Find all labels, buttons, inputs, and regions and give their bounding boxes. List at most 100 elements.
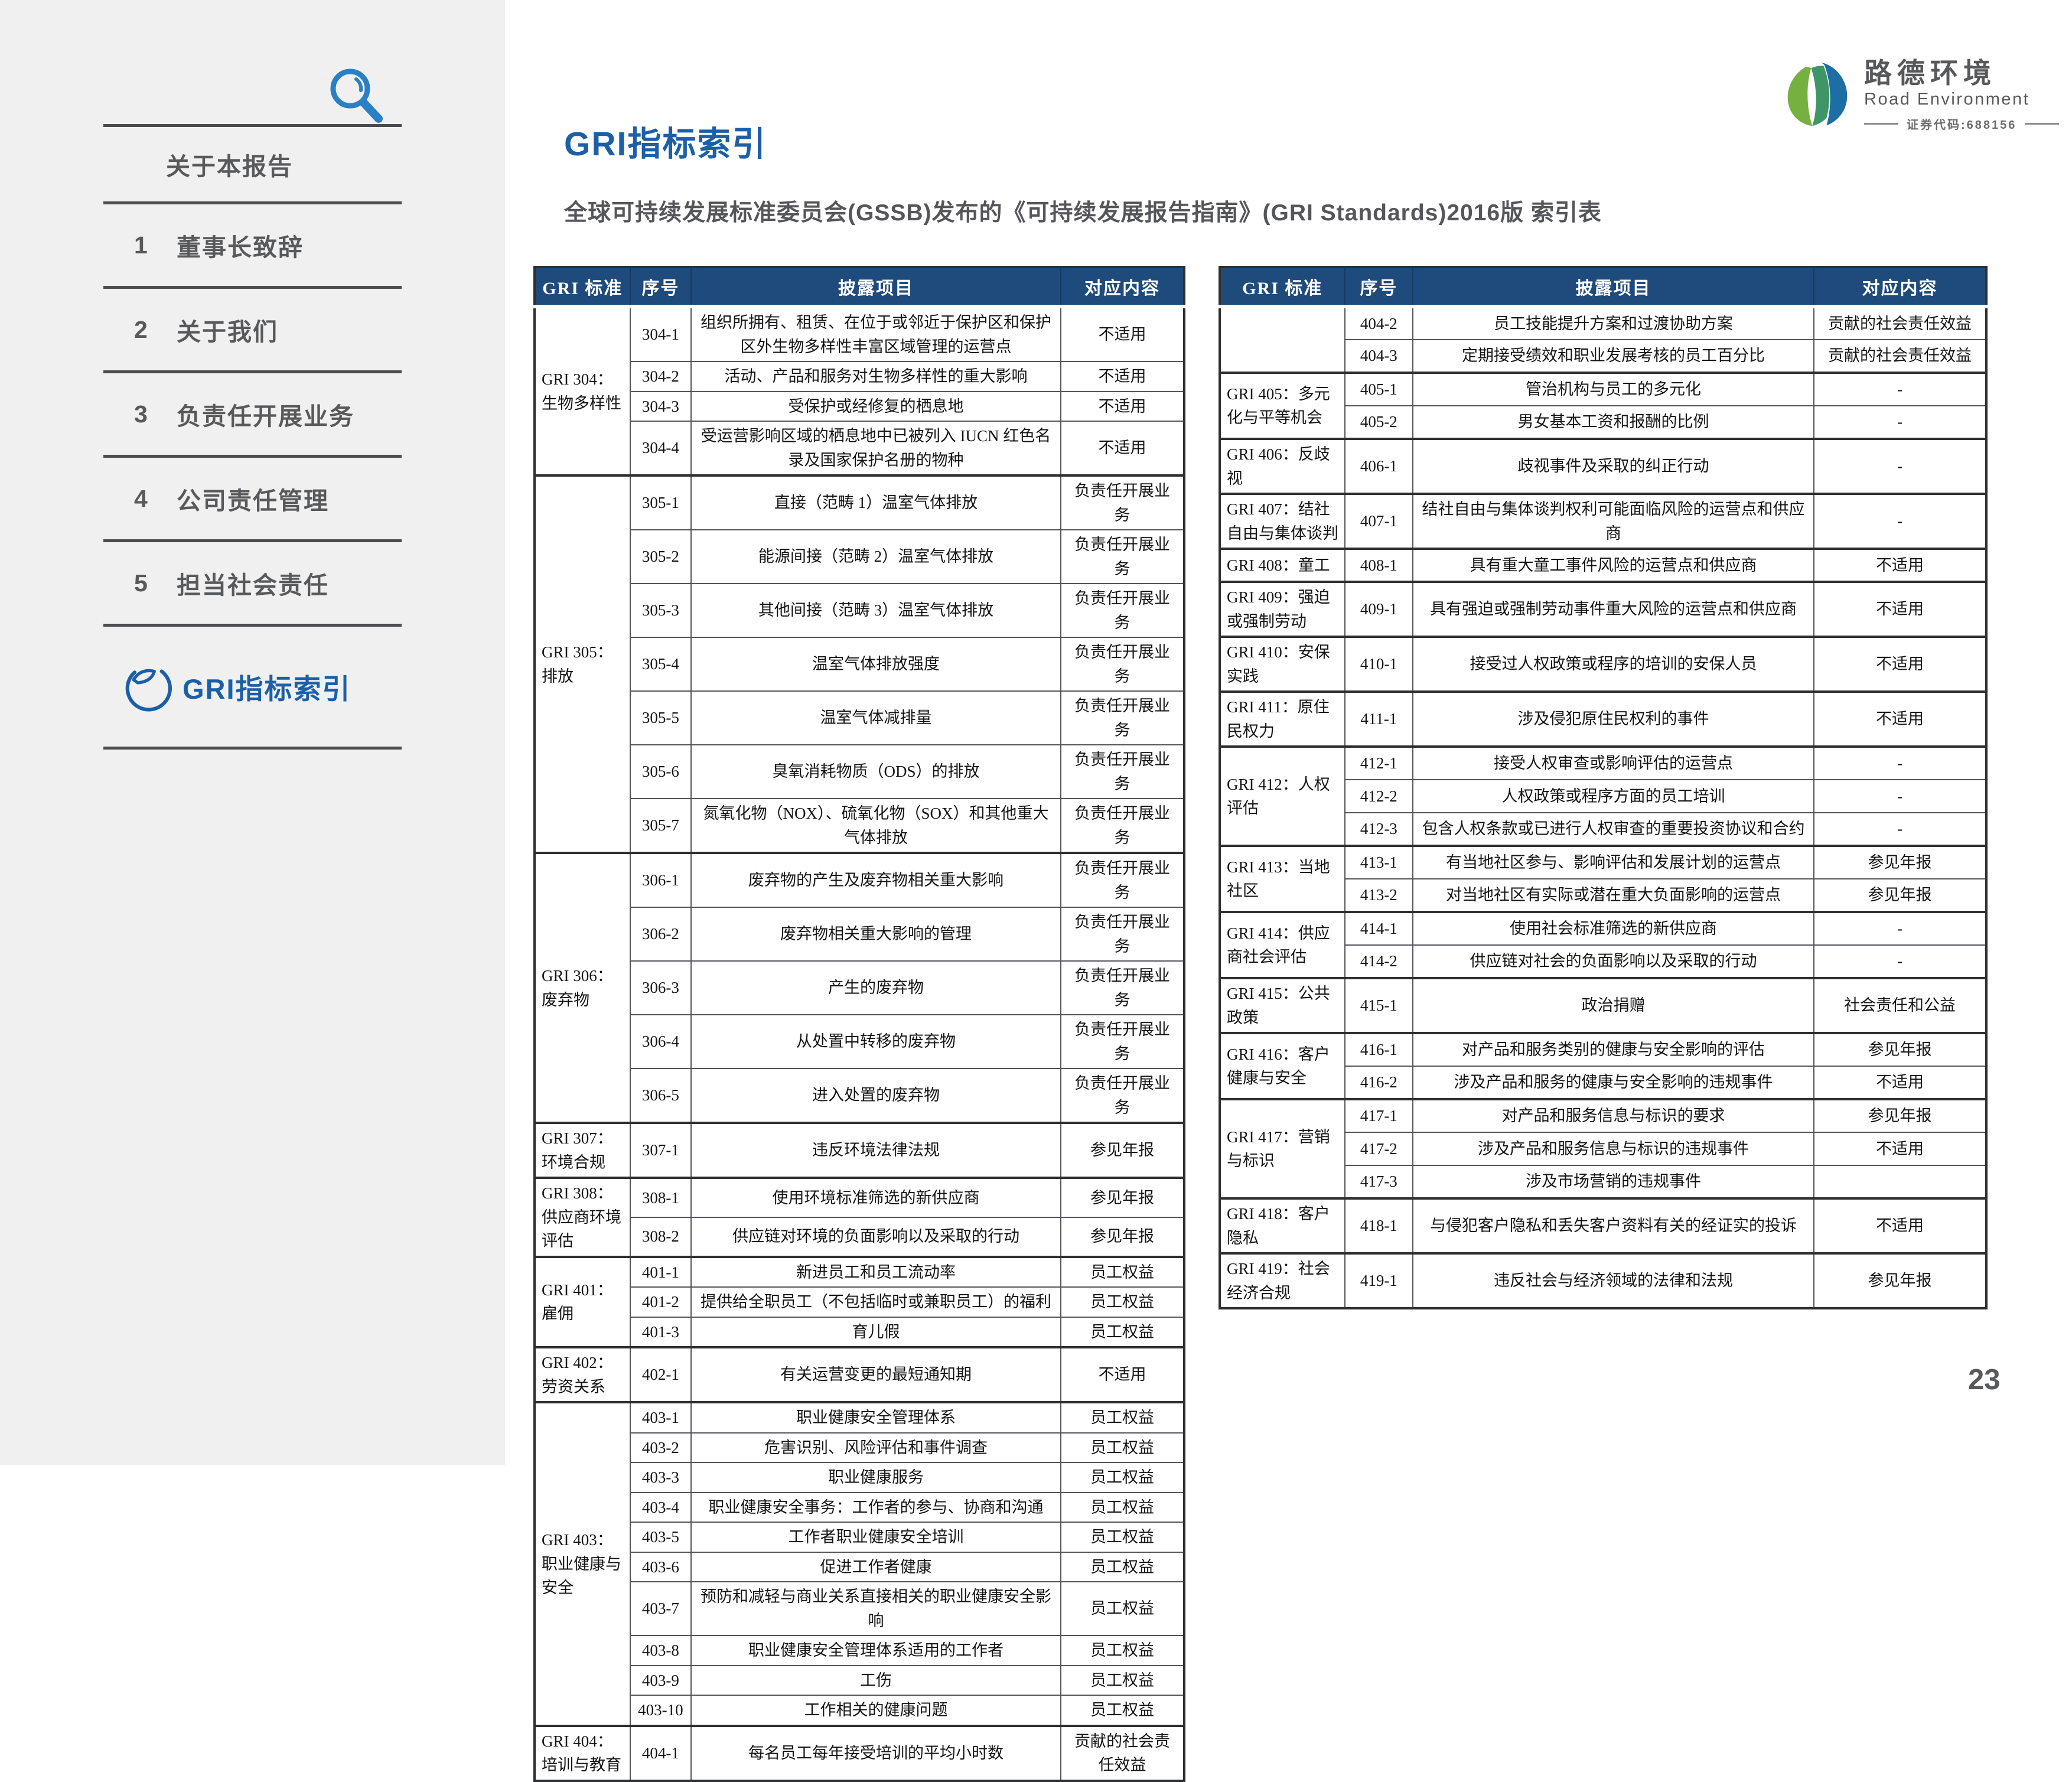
gri-standard-cell: GRI 419：社会经济合规 — [1220, 1253, 1345, 1308]
logo-name-cn: 路德环境 — [1864, 58, 2059, 89]
content-cell: 负责任开展业务 — [1061, 745, 1184, 799]
table-row: GRI 407：结社自由与集体谈判407-1结社自由与集体谈判权利可能面临风险的… — [1220, 494, 1986, 549]
sidebar-item-3[interactable]: 2关于我们 — [103, 289, 402, 373]
disclosure-cell: 使用社会标准筛选的新供应商 — [1413, 912, 1814, 945]
clause-id-cell: 408-1 — [1345, 549, 1413, 582]
gri-standard-cell: GRI 411：原住民权力 — [1220, 692, 1345, 747]
sidebar-item-label: 担当社会责任 — [177, 565, 329, 601]
table-row: GRI 404：培训与教育404-1每名员工每年接受培训的平均小时数贡献的社会责… — [535, 1726, 1184, 1781]
table-row: GRI 402：劳资关系402-1有关运营变更的最短通知期不适用 — [535, 1347, 1184, 1402]
disclosure-cell: 职业健康安全事务：工作者的参与、协商和沟通 — [691, 1493, 1061, 1523]
content-cell: 负责任开展业务 — [1061, 1068, 1184, 1123]
table-row: GRI 401：雇佣401-1新进员工和员工流动率员工权益 — [535, 1257, 1184, 1288]
sidebar-item-5[interactable]: 4公司责任管理 — [103, 458, 402, 542]
clause-id-cell: 412-1 — [1345, 747, 1413, 780]
sidebar-item-gri-index[interactable]: GRI指标索引 — [103, 627, 402, 750]
search-button[interactable] — [324, 64, 389, 129]
disclosure-cell: 违反社会与经济领域的法律和法规 — [1413, 1253, 1814, 1308]
disclosure-cell: 涉及产品和服务的健康与安全影响的违规事件 — [1413, 1066, 1814, 1099]
clause-id-cell: 413-1 — [1345, 846, 1413, 879]
gri-index-table: GRI 标准序号披露项目对应内容GRI 304：生物多样性304-1组织所拥有、… — [533, 266, 1185, 1782]
sidebar-item-1[interactable]: 关于本报告 — [103, 127, 402, 204]
table-row: 306-4从处置中转移的废弃物负责任开展业务 — [535, 1015, 1184, 1068]
disclosure-cell: 涉及侵犯原住民权利的事件 — [1413, 692, 1814, 747]
table-header-cell: 序号 — [1345, 267, 1413, 307]
table-row: 305-6臭氧消耗物质（ODS）的排放负责任开展业务 — [535, 745, 1184, 799]
content-cell: 负责任开展业务 — [1061, 907, 1184, 961]
content-cell: 不适用 — [1814, 1066, 1986, 1099]
content-cell: 贡献的社会责任效益 — [1814, 340, 1986, 373]
disclosure-cell: 废弃物相关重大影响的管理 — [691, 907, 1061, 961]
table-row: GRI 413：当地社区413-1有当地社区参与、影响评估和发展计划的运营点参见… — [1220, 846, 1986, 879]
table-row: GRI 414：供应商社会评估414-1使用社会标准筛选的新供应商- — [1220, 912, 1986, 945]
disclosure-cell: 温室气体减排量 — [691, 691, 1061, 745]
clause-id-cell: 401-2 — [630, 1287, 691, 1317]
clause-id-cell: 308-2 — [630, 1217, 691, 1257]
clause-id-cell: 409-1 — [1345, 582, 1413, 637]
gri-standard-cell: GRI 412：人权评估 — [1220, 747, 1345, 846]
page-subtitle: 全球可持续发展标准委员会(GSSB)发布的《可持续发展报告指南》(GRI Sta… — [564, 194, 1602, 227]
disclosure-cell: 产生的废弃物 — [691, 961, 1061, 1015]
content-cell: 参见年报 — [1061, 1178, 1184, 1217]
clause-id-cell: 306-4 — [630, 1015, 691, 1068]
search-icon — [324, 64, 389, 129]
gri-standard-cell: GRI 403：职业健康与安全 — [535, 1402, 630, 1726]
clause-id-cell: 414-1 — [1345, 912, 1413, 945]
disclosure-cell: 受保护或经修复的栖息地 — [691, 392, 1061, 422]
content-cell: 参见年报 — [1814, 1253, 1986, 1308]
disclosure-cell: 温室气体排放强度 — [691, 637, 1061, 691]
clause-id-cell: 405-2 — [1345, 406, 1413, 439]
sidebar-item-4[interactable]: 3负责任开展业务 — [103, 373, 402, 458]
content-cell: 不适用 — [1814, 549, 1986, 582]
clause-id-cell: 403-2 — [630, 1433, 691, 1463]
content-cell: 员工权益 — [1061, 1695, 1184, 1726]
clause-id-cell: 306-1 — [630, 853, 691, 907]
content-cell: 不适用 — [1814, 637, 1986, 692]
gri-standard-cell: GRI 405：多元化与平等机会 — [1220, 373, 1345, 439]
gri-table-right: GRI 标准序号披露项目对应内容404-2员工技能提升方案和过渡协助方案贡献的社… — [1219, 266, 1988, 1309]
clause-id-cell: 412-3 — [1345, 813, 1413, 846]
table-row: 403-8职业健康安全管理体系适用的工作者员工权益 — [535, 1636, 1184, 1666]
content-cell — [1814, 1165, 1986, 1198]
clause-id-cell: 306-2 — [630, 907, 691, 961]
content-cell: 参见年报 — [1814, 879, 1986, 912]
clause-id-cell: 305-5 — [630, 691, 691, 745]
clause-id-cell: 419-1 — [1345, 1253, 1413, 1308]
sidebar-item-2[interactable]: 1董事长致辞 — [103, 204, 402, 289]
clause-id-cell: 403-8 — [630, 1636, 691, 1666]
disclosure-cell: 臭氧消耗物质（ODS）的排放 — [691, 745, 1061, 799]
content-cell: 负责任开展业务 — [1061, 691, 1184, 745]
table-row: GRI 405：多元化与平等机会405-1管治机构与员工的多元化- — [1220, 373, 1986, 406]
clause-id-cell: 305-2 — [630, 530, 691, 584]
sidebar-item-6[interactable]: 5担当社会责任 — [103, 542, 402, 627]
clause-id-cell: 306-3 — [630, 961, 691, 1015]
disclosure-cell: 有关运营变更的最短通知期 — [691, 1347, 1061, 1402]
logo-text: 路德环境 Road Environment 证券代码:688156 — [1864, 58, 2059, 132]
table-row: 304-3受保护或经修复的栖息地不适用 — [535, 392, 1184, 422]
table-row: 305-2能源间接（范畴 2）温室气体排放负责任开展业务 — [535, 530, 1184, 584]
content-cell: 贡献的社会责任效益 — [1814, 307, 1986, 340]
gri-standard-cell: GRI 304：生物多样性 — [535, 307, 630, 475]
table-row: GRI 307：环境合规307-1违反环境法律法规参见年报 — [535, 1123, 1184, 1178]
sidebar-item-label: 负责任开展业务 — [177, 396, 354, 432]
content-cell: 不适用 — [1061, 361, 1184, 392]
table-row: 404-2员工技能提升方案和过渡协助方案贡献的社会责任效益 — [1220, 307, 1986, 340]
disclosure-cell: 人权政策或程序方面的员工培训 — [1413, 780, 1814, 813]
gri-standard-cell: GRI 410：安保实践 — [1220, 637, 1345, 692]
disclosure-cell: 其他间接（范畴 3）温室气体排放 — [691, 584, 1061, 637]
clause-id-cell: 418-1 — [1345, 1198, 1413, 1253]
table-header-cell: 对应内容 — [1061, 267, 1184, 307]
content-cell: 负责任开展业务 — [1061, 799, 1184, 853]
table-row: 306-3产生的废弃物负责任开展业务 — [535, 961, 1184, 1015]
gri-index-table: GRI 标准序号披露项目对应内容404-2员工技能提升方案和过渡协助方案贡献的社… — [1219, 266, 1988, 1309]
content-cell: 负责任开展业务 — [1061, 1015, 1184, 1068]
gri-standard-cell: GRI 418：客户隐私 — [1220, 1198, 1345, 1253]
gri-standard-cell: GRI 417：营销与标识 — [1220, 1099, 1345, 1198]
content-cell: 员工权益 — [1061, 1402, 1184, 1433]
gri-standard-cell: GRI 404：培训与教育 — [535, 1726, 630, 1781]
content-cell: 负责任开展业务 — [1061, 530, 1184, 584]
clause-id-cell: 401-3 — [630, 1317, 691, 1348]
clause-id-cell: 304-3 — [630, 392, 691, 422]
dash-right — [2025, 123, 2059, 125]
clause-id-cell: 307-1 — [630, 1123, 691, 1178]
